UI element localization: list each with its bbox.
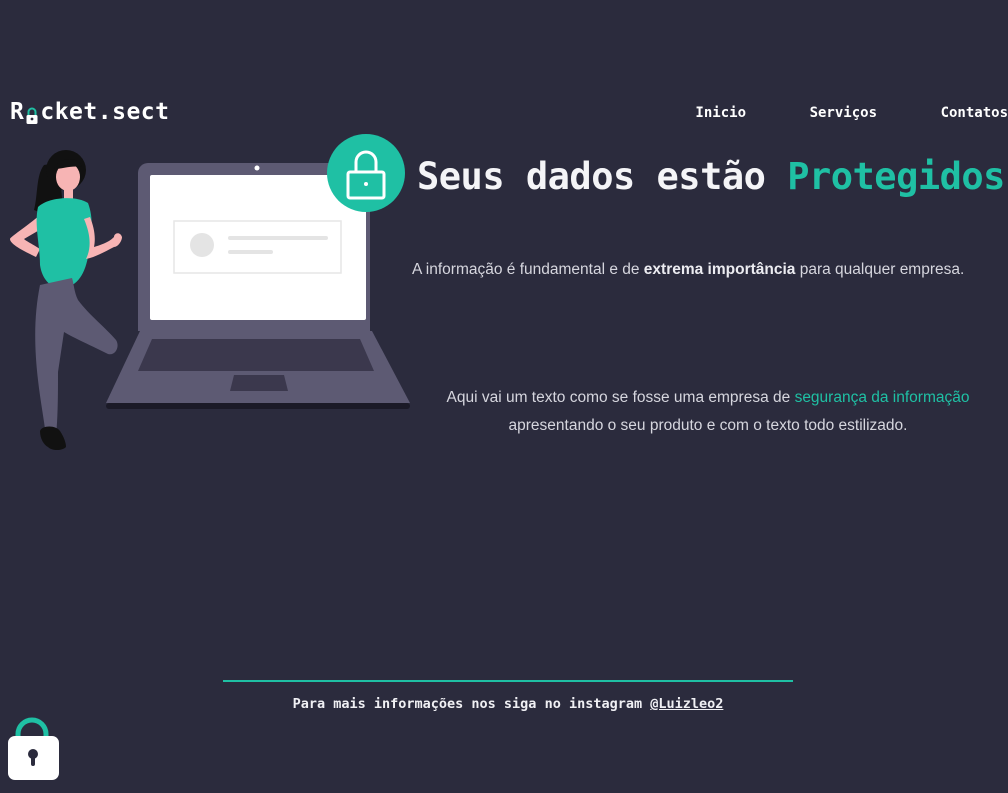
p1-text-bold: extrema importância xyxy=(643,261,796,278)
padlock-icon xyxy=(327,134,405,212)
logo[interactable]: R cket.sect xyxy=(10,99,169,125)
logo-lock-icon xyxy=(25,105,39,125)
instagram-link[interactable]: @Luizleo2 xyxy=(650,696,723,712)
logo-prefix: R xyxy=(10,99,25,125)
hero-title-accent: Protegidos xyxy=(787,155,1005,198)
footer-label: Para mais informações nos siga no instag… xyxy=(292,696,651,712)
hero-illustration xyxy=(10,134,410,450)
nav-servicos[interactable]: Serviços xyxy=(810,105,877,121)
hero-title: Seus dados estão Protegidos xyxy=(417,155,1008,198)
hero-title-main: Seus dados estão xyxy=(417,155,788,198)
hero-paragraph-1: A informação é fundamental e de extrema … xyxy=(412,261,1008,279)
p2-text-before: Aqui vai um texto como se fosse uma empr… xyxy=(446,389,795,406)
woman-illustration xyxy=(10,150,122,450)
floating-lock-icon[interactable] xyxy=(8,716,60,782)
hero-paragraph-2: Aqui vai um texto como se fosse uma empr… xyxy=(408,384,1008,440)
p1-text-before: A informação é fundamental e de xyxy=(412,261,644,278)
nav-inicio[interactable]: Inicio xyxy=(695,105,746,121)
logo-suffix: cket.sect xyxy=(40,99,170,125)
footer-divider xyxy=(223,680,793,682)
nav-contatos[interactable]: Contatos xyxy=(941,105,1008,121)
footer-text: Para mais informações nos siga no instag… xyxy=(0,696,1008,712)
p1-text-after: para qualquer empresa. xyxy=(795,261,965,278)
p2-text-accent: segurança da informação xyxy=(794,389,970,406)
p2-text-after: apresentando o seu produto e com o texto… xyxy=(508,417,908,434)
